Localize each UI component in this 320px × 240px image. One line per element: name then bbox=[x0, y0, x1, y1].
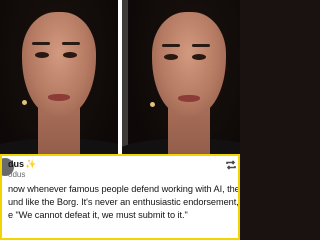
eyebrow bbox=[62, 42, 80, 45]
eyebrow bbox=[162, 44, 180, 47]
repost-icon[interactable] bbox=[225, 159, 237, 171]
mouth bbox=[178, 95, 200, 102]
tweet-line: e "We cannot defeat it, we must submit t… bbox=[8, 210, 188, 220]
video-still-right bbox=[122, 0, 240, 165]
tweet-handle[interactable]: odus bbox=[8, 170, 25, 179]
earring bbox=[150, 102, 155, 107]
tweet-display-name[interactable]: dus✨ bbox=[8, 159, 36, 170]
eye bbox=[35, 52, 49, 58]
tweet-card: dus✨ odus now whenever famous people def… bbox=[0, 154, 240, 240]
eye bbox=[192, 54, 206, 60]
mouth bbox=[48, 94, 70, 101]
eye bbox=[63, 52, 77, 58]
eyebrow bbox=[192, 44, 210, 47]
tweet-text: now whenever famous people defend workin… bbox=[2, 183, 240, 222]
earring bbox=[22, 100, 27, 105]
sparkle-icon: ✨ bbox=[25, 159, 37, 169]
eyebrow bbox=[32, 42, 50, 45]
tweet-line: und like the Borg. It's never an enthusi… bbox=[8, 197, 240, 207]
tweet-line: now whenever famous people defend workin… bbox=[8, 184, 240, 194]
video-still-left bbox=[0, 0, 118, 165]
display-name-text[interactable]: dus bbox=[8, 159, 24, 169]
eye bbox=[164, 54, 178, 60]
